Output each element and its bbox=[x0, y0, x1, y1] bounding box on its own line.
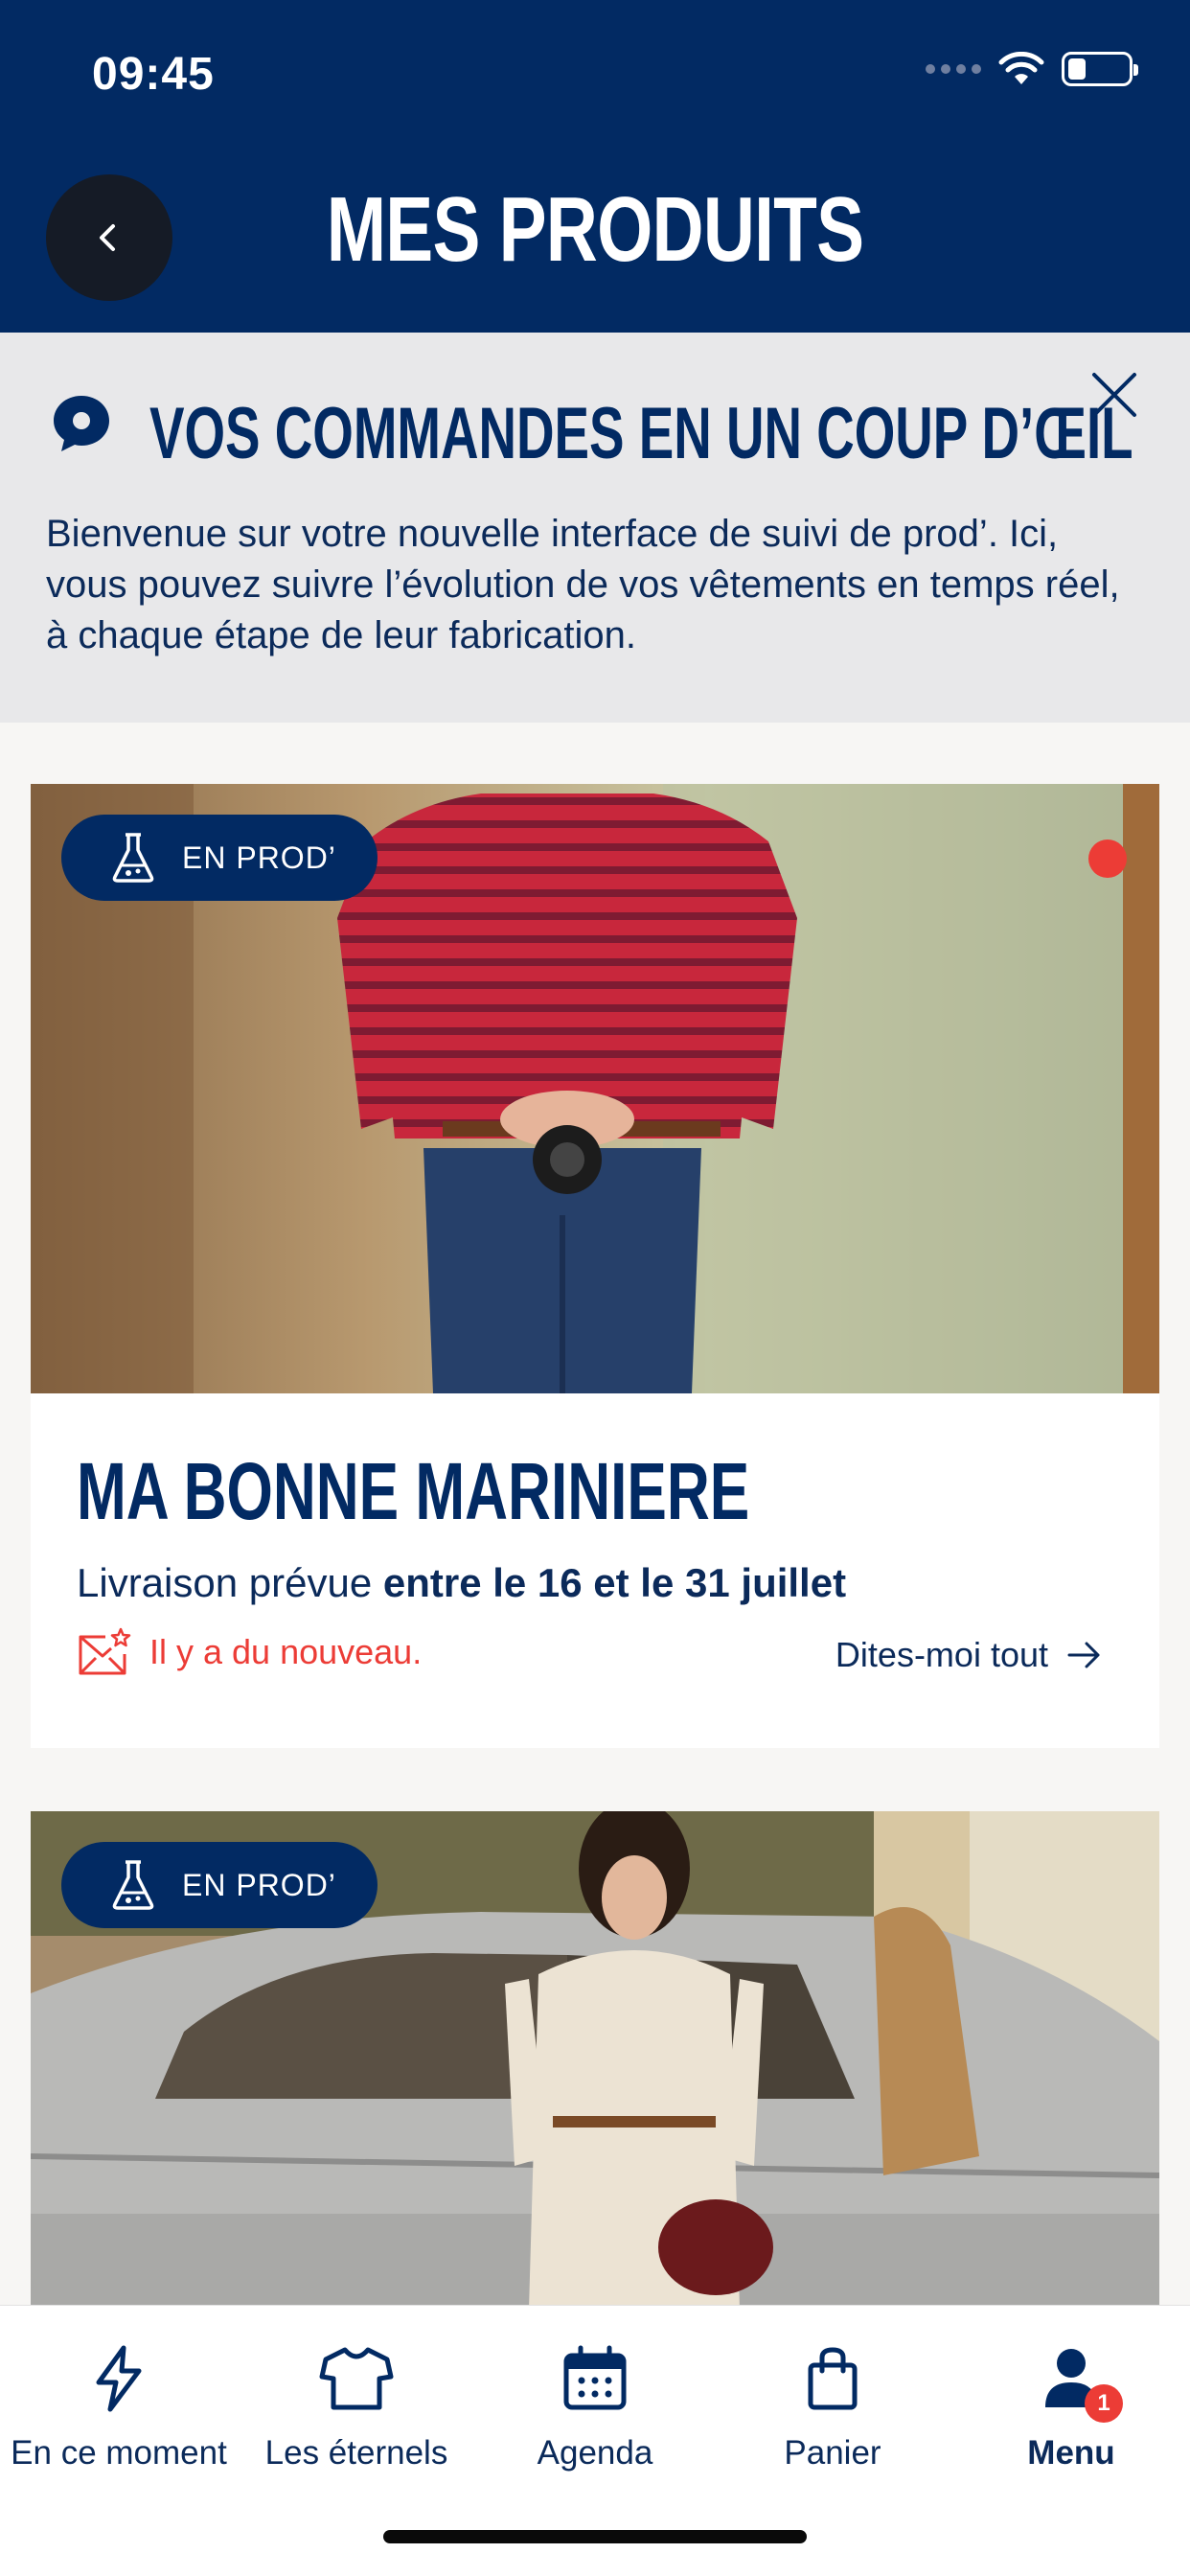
product-name: MA BONNE MARINIERE bbox=[77, 1446, 750, 1536]
tshirt-icon bbox=[319, 2347, 394, 2410]
signal-icon bbox=[926, 64, 981, 74]
status-badge-label: EN PROD’ bbox=[182, 840, 336, 875]
tab-label: Menu bbox=[1027, 2434, 1115, 2472]
notification-dot bbox=[1088, 840, 1127, 878]
battery-icon bbox=[1062, 52, 1138, 86]
status-badge: EN PROD’ bbox=[61, 1842, 378, 1928]
wifi-icon bbox=[998, 52, 1044, 84]
banner-text: Bienvenue sur votre nouvelle interface d… bbox=[46, 513, 1120, 656]
delivery-estimate: Livraison prévue entre le 16 et le 31 ju… bbox=[77, 1560, 846, 1606]
chat-bubble-icon bbox=[54, 396, 109, 451]
tab-label: En ce moment bbox=[11, 2434, 227, 2472]
product-card[interactable]: EN PROD’ MA BONNE MARINIERE Livraison pr… bbox=[31, 784, 1159, 1748]
tab-label: Les éternels bbox=[264, 2434, 448, 2472]
flask-icon bbox=[112, 1860, 154, 1910]
arrow-right-icon bbox=[1067, 1642, 1100, 1668]
tab-agenda[interactable]: Agenda bbox=[476, 2344, 714, 2472]
info-banner: VOS COMMANDES EN UN COUP D’ŒIL Bienvenue… bbox=[0, 333, 1190, 723]
delivery-dates: entre le 16 et le 31 juillet bbox=[382, 1560, 847, 1605]
banner-title: VOS COMMANDES EN UN COUP D’ŒIL bbox=[149, 393, 1133, 474]
tab-label: Panier bbox=[784, 2434, 881, 2472]
tab-en-ce-moment[interactable]: En ce moment bbox=[0, 2344, 238, 2472]
details-link[interactable]: Dites-moi tout bbox=[835, 1635, 1102, 1675]
page-title: MES PRODUITS bbox=[326, 178, 864, 281]
product-card[interactable]: EN PROD’ bbox=[31, 1811, 1159, 2310]
tab-label: Agenda bbox=[537, 2434, 653, 2472]
flask-icon bbox=[112, 833, 154, 883]
close-icon[interactable] bbox=[1081, 361, 1148, 428]
news-alert: Il y a du nouveau. bbox=[77, 1627, 422, 1677]
status-time: 09:45 bbox=[92, 49, 215, 100]
status-badge: EN PROD’ bbox=[61, 815, 378, 901]
envelope-star-icon bbox=[79, 1627, 131, 1675]
lightning-icon bbox=[96, 2345, 142, 2412]
tab-panier[interactable]: Panier bbox=[714, 2344, 951, 2472]
menu-badge: 1 bbox=[1085, 2384, 1123, 2423]
status-badge-label: EN PROD’ bbox=[182, 1867, 336, 1902]
details-link-label: Dites-moi tout bbox=[835, 1635, 1048, 1674]
delivery-prefix: Livraison prévue bbox=[77, 1560, 383, 1605]
home-indicator[interactable] bbox=[383, 2530, 807, 2543]
app-header: 09:45 MES PRODUITS bbox=[0, 0, 1190, 333]
calendar-icon bbox=[563, 2345, 627, 2410]
news-text: Il y a du nouveau. bbox=[149, 1632, 423, 1671]
status-indicators bbox=[926, 52, 1138, 86]
tab-menu[interactable]: 1 Menu bbox=[952, 2344, 1190, 2472]
chevron-left-icon bbox=[100, 224, 115, 251]
tab-les-eternels[interactable]: Les éternels bbox=[238, 2344, 475, 2472]
bag-icon bbox=[808, 2347, 858, 2410]
